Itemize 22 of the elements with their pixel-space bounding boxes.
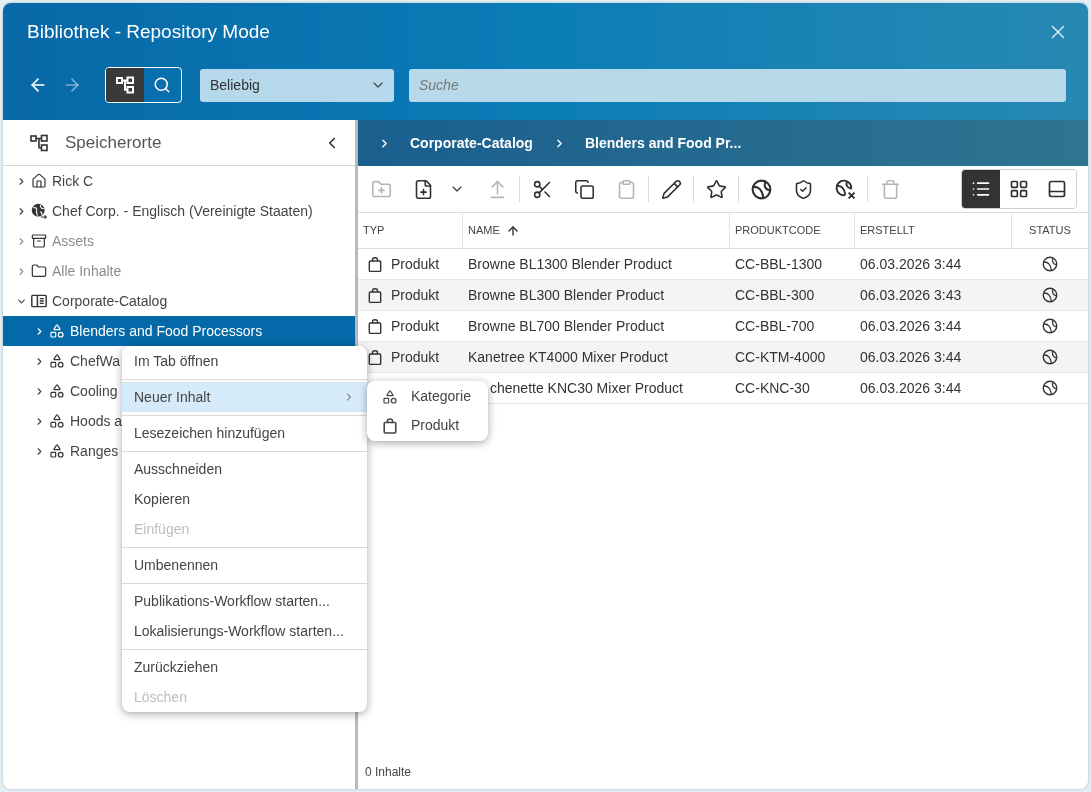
created-date: 06.03.2026 3:44: [860, 378, 962, 398]
created-date: 06.03.2026 3:44: [860, 316, 962, 336]
panel-title: Speicherorte: [65, 131, 162, 154]
item-count: 0 Inhalte: [365, 765, 412, 779]
created-date: 06.03.2026 3:43: [860, 285, 962, 305]
product-code: CC-BBL-700: [735, 316, 815, 336]
created-date: 06.03.2026 3:44: [860, 254, 962, 274]
product-name: Browne BL700 Blender Product: [468, 316, 665, 336]
product-code: CC-BBL-300: [735, 285, 815, 305]
product-name: Kanetree KT4000 Mixer Product: [468, 347, 668, 367]
product-name: Browne BL300 Blender Product: [468, 285, 665, 305]
product-code: CC-BBL-1300: [735, 254, 823, 274]
created-date: 06.03.2026 3:44: [860, 347, 962, 367]
product-type: Produkt: [391, 254, 440, 274]
product-type: Produkt: [391, 285, 440, 305]
product-name: chenette KNC30 Mixer Product: [490, 378, 683, 398]
window-title: Bibliothek - Repository Mode: [27, 20, 270, 44]
product-type: Produkt: [391, 316, 440, 336]
product-code: CC-KNC-30: [735, 378, 810, 398]
product-code: CC-KTM-4000: [735, 347, 826, 367]
product-name: Browne BL1300 Blender Product: [468, 254, 672, 274]
product-type: Produkt: [391, 347, 440, 367]
